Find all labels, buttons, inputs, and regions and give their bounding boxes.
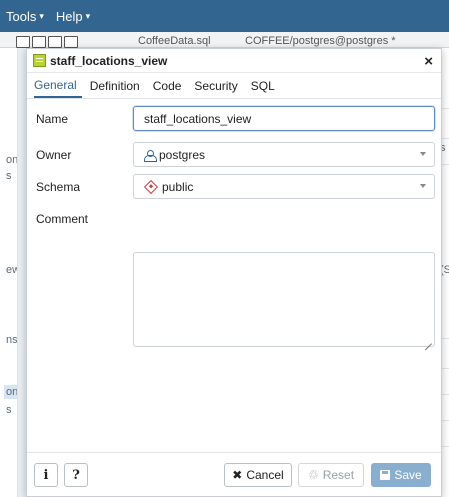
name-input-value: staff_locations_view bbox=[144, 111, 252, 126]
view-icon bbox=[33, 54, 46, 67]
schema-label: Schema bbox=[36, 180, 81, 194]
dialog-tabs: General Definition Code Security SQL bbox=[27, 73, 441, 99]
dialog-header[interactable]: staff_locations_view × bbox=[27, 49, 441, 73]
file-tab[interactable]: CoffeeData.sql bbox=[138, 35, 211, 47]
reset-button[interactable]: ♲ Reset bbox=[298, 463, 364, 487]
browser-tree: ons s ews ns ons, s bbox=[0, 48, 18, 497]
menu-help[interactable]: Help ▾ bbox=[56, 9, 90, 24]
tab-security[interactable]: Security bbox=[194, 79, 242, 98]
close-icon[interactable]: × bbox=[424, 53, 433, 70]
tree-item[interactable]: s bbox=[6, 404, 12, 416]
dialog-title: staff_locations_view bbox=[50, 53, 168, 68]
app-menubar: Tools ▾ Help ▾ bbox=[0, 0, 449, 32]
menu-tools[interactable]: Tools ▾ bbox=[6, 9, 44, 24]
toolbar-filter-icon[interactable] bbox=[48, 36, 62, 48]
tree-item[interactable]: s bbox=[6, 170, 12, 182]
tab-definition[interactable]: Definition bbox=[90, 79, 145, 98]
user-icon bbox=[144, 149, 157, 162]
tab-general[interactable]: General bbox=[34, 78, 82, 98]
name-input[interactable]: staff_locations_view bbox=[133, 106, 435, 131]
schema-icon bbox=[143, 179, 159, 194]
cancel-button[interactable]: ✖ Cancel bbox=[224, 463, 292, 487]
info-button[interactable]: i bbox=[34, 463, 58, 487]
chevron-down-icon: ▾ bbox=[85, 10, 91, 21]
save-button-label: Save bbox=[394, 468, 422, 482]
owner-select[interactable]: postgres bbox=[133, 142, 435, 167]
tree-item[interactable]: ons bbox=[6, 154, 17, 166]
schema-select[interactable]: public bbox=[133, 174, 435, 199]
toolbar-open-icon[interactable] bbox=[16, 36, 30, 48]
close-icon: ✖ bbox=[232, 468, 243, 482]
reset-button-label: Reset bbox=[322, 468, 355, 482]
save-icon bbox=[380, 470, 391, 480]
comment-label: Comment bbox=[36, 212, 89, 226]
chevron-down-icon: ▾ bbox=[39, 10, 44, 21]
view-properties-dialog: staff_locations_view × General Definitio… bbox=[26, 48, 442, 497]
tree-item[interactable]: ews bbox=[6, 264, 17, 276]
owner-label: Owner bbox=[36, 148, 72, 162]
tab-code[interactable]: Code bbox=[153, 79, 187, 98]
menu-tools-label: Tools bbox=[6, 8, 37, 24]
toolbar-grid-icon[interactable] bbox=[32, 36, 46, 48]
tree-item[interactable]: ns bbox=[6, 334, 17, 346]
recycle-icon: ♲ bbox=[307, 468, 319, 482]
name-label: Name bbox=[36, 112, 69, 126]
tab-sql[interactable]: SQL bbox=[251, 79, 280, 98]
help-button[interactable]: ? bbox=[64, 463, 88, 487]
caret-down-icon bbox=[420, 184, 426, 188]
cancel-button-label: Cancel bbox=[246, 468, 284, 482]
connection-tab[interactable]: COFFEE/postgres@postgres * bbox=[245, 35, 396, 47]
toolbar-search-icon[interactable] bbox=[64, 36, 78, 48]
caret-down-icon bbox=[420, 152, 426, 156]
resize-handle-icon[interactable] bbox=[425, 337, 432, 344]
app-toolbar: CoffeeData.sql COFFEE/postgres@postgres … bbox=[0, 32, 449, 48]
dialog-footer: i ? ✖ Cancel ♲ Reset Save bbox=[27, 452, 441, 496]
schema-select-value: public bbox=[162, 179, 194, 194]
owner-select-value: postgres bbox=[159, 147, 206, 162]
menu-help-label: Help bbox=[55, 8, 83, 24]
save-button[interactable]: Save bbox=[371, 463, 431, 487]
comment-textarea[interactable] bbox=[133, 252, 435, 347]
tree-item-selected[interactable]: ons, bbox=[4, 385, 17, 399]
